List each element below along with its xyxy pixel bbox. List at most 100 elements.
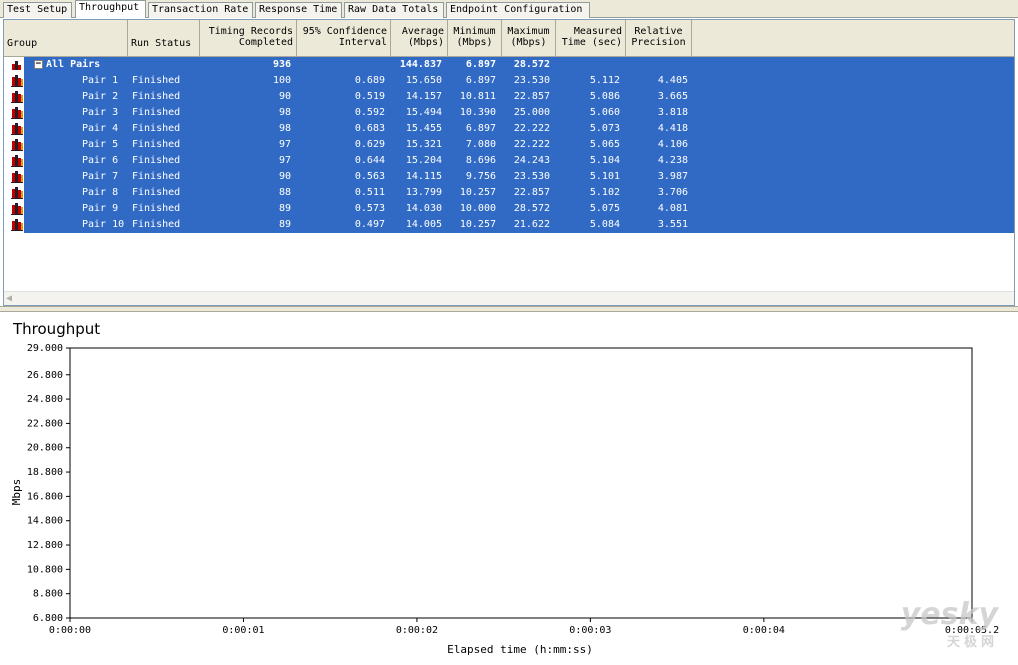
summary-row-all-pairs[interactable]: − All Pairs 936 144.837 6.897 28.572	[4, 57, 1014, 73]
col-header-group[interactable]: Group	[4, 20, 128, 57]
table-row[interactable]: Pair 7 Finished 90 0.563 14.115 9.756 23.530 5.…	[4, 169, 1014, 185]
watermark-logo: yesky 天极网	[901, 600, 998, 657]
cell-run-status: Finished	[132, 219, 181, 230]
chart-x-ticks: 0:00:00 0:00:01 0:00:02 0:00:03 0:00:04 0:00:…	[49, 618, 999, 636]
cell-maximum: 21.622	[513, 219, 550, 230]
col-header-line1: 95% Confidence	[302, 26, 387, 37]
table-row[interactable]: Pair 4 Finished 98 0.683 15.455 6.897 22.222 5.…	[4, 121, 1014, 137]
chart-title: Throughput	[13, 320, 101, 338]
table-row[interactable]: Pair 2 Finished 90 0.519 14.157 10.811 22.857 5…	[4, 89, 1014, 105]
cell-minimum: 10.257	[459, 187, 496, 198]
pair-chart-icon	[11, 203, 23, 215]
cell-maximum: 22.222	[513, 123, 550, 134]
tab-bar: Test Setup Throughput Transaction Rate R…	[0, 0, 1018, 18]
col-header-line2: (Mbps)	[510, 37, 547, 48]
table-row[interactable]: Pair 5 Finished 97 0.629 15.321 7.080 22.222 5.…	[4, 137, 1014, 153]
col-header-minimum[interactable]: Minimum (Mbps)	[448, 20, 502, 57]
col-header-line2: Time (sec)	[561, 37, 622, 48]
cell-records: 98	[278, 123, 291, 134]
col-header-average[interactable]: Average (Mbps)	[391, 20, 448, 57]
cell-relative-precision: 3.665	[657, 91, 688, 102]
col-header-line1: Timing Records	[208, 26, 293, 37]
cell-relative-precision: 3.987	[657, 171, 688, 182]
summary-average: 144.837	[399, 59, 442, 70]
tab-throughput[interactable]: Throughput	[75, 0, 146, 18]
cell-confidence: 0.563	[354, 171, 385, 182]
cell-confidence: 0.689	[354, 75, 385, 86]
table-row[interactable]: Pair 1 Finished 100 0.689 15.650 6.897 23.530 5…	[4, 73, 1014, 89]
col-header-line1: Measured	[573, 26, 622, 37]
throughput-chart: 29.000 26.800 24.800 22.800 20.800 18.800 16.8…	[10, 343, 999, 656]
col-header-filler	[692, 20, 1014, 57]
cell-relative-precision: 4.081	[657, 203, 688, 214]
tab-response-time[interactable]: Response Time	[255, 2, 342, 18]
col-header-line2: Interval	[338, 37, 387, 48]
tab-transaction-rate[interactable]: Transaction Rate	[148, 2, 253, 18]
cell-average: 15.204	[405, 155, 442, 166]
cell-run-status: Finished	[132, 107, 181, 118]
results-grid: Group Run Status Timing Records Completed…	[3, 19, 1015, 306]
table-row[interactable]: Pair 3 Finished 98 0.592 15.494 10.390 25.000 5…	[4, 105, 1014, 121]
col-header-measured-time[interactable]: Measured Time (sec)	[556, 20, 626, 57]
cell-average: 13.799	[405, 187, 442, 198]
pair-chart-icon	[11, 219, 23, 231]
cell-minimum: 10.000	[459, 203, 496, 214]
cell-average: 14.030	[405, 203, 442, 214]
cell-relative-precision: 4.106	[657, 139, 688, 150]
collapse-icon[interactable]: −	[34, 60, 43, 69]
horizontal-scrollbar[interactable]: ◀	[4, 291, 1014, 305]
cell-records: 89	[278, 203, 291, 214]
x-tick-label: 0:00:02	[396, 625, 438, 636]
cell-maximum: 25.000	[513, 107, 550, 118]
tab-endpoint-configuration[interactable]: Endpoint Configuration	[446, 2, 590, 18]
group-chart-icon	[12, 61, 21, 70]
cell-measured-time: 5.075	[589, 203, 620, 214]
col-header-line1: Average	[401, 26, 444, 37]
tab-test-setup[interactable]: Test Setup	[3, 2, 72, 18]
y-tick-label: 8.800	[33, 589, 63, 600]
pair-chart-icon	[11, 171, 23, 183]
cell-average: 14.115	[405, 171, 442, 182]
cell-records: 98	[278, 107, 291, 118]
table-row[interactable]: Pair 8 Finished 88 0.511 13.799 10.257 22.857 5…	[4, 185, 1014, 201]
col-header-relative-precision[interactable]: Relative Precision	[626, 20, 692, 57]
pair-chart-icon	[11, 187, 23, 199]
cell-minimum: 10.257	[459, 219, 496, 230]
table-row[interactable]: Pair 9 Finished 89 0.573 14.030 10.000 28.572 5…	[4, 201, 1014, 217]
col-header-maximum[interactable]: Maximum (Mbps)	[502, 20, 556, 57]
cell-relative-precision: 4.405	[657, 75, 688, 86]
cell-records: 88	[278, 187, 291, 198]
scroll-left-icon[interactable]: ◀	[6, 293, 18, 305]
col-header-confidence[interactable]: 95% Confidence Interval	[297, 20, 391, 57]
cell-measured-time: 5.065	[589, 139, 620, 150]
chart-y-ticks: 29.000 26.800 24.800 22.800 20.800 18.800 16.8…	[27, 343, 70, 624]
chart-axes	[69, 347, 973, 619]
summary-minimum: 6.897	[465, 59, 496, 70]
cell-relative-precision: 3.551	[657, 219, 688, 230]
col-header-timing-records[interactable]: Timing Records Completed	[200, 20, 297, 57]
cell-average: 15.321	[405, 139, 442, 150]
cell-relative-precision: 4.418	[657, 123, 688, 134]
cell-measured-time: 5.060	[589, 107, 620, 118]
y-tick-label: 20.800	[27, 443, 63, 454]
cell-relative-precision: 3.818	[657, 107, 688, 118]
cell-records: 100	[272, 75, 291, 86]
cell-run-status: Finished	[132, 91, 181, 102]
cell-confidence: 0.592	[354, 107, 385, 118]
throughput-chart-panel: 29.000 26.800 24.800 22.800 20.800 18.800 16.8…	[0, 312, 1018, 665]
y-tick-label: 22.800	[27, 418, 63, 429]
cell-run-status: Finished	[132, 139, 181, 150]
y-tick-label: 18.800	[27, 467, 63, 478]
table-row[interactable]: Pair 10 Finished 89 0.497 14.005 10.257 21.622…	[4, 217, 1014, 233]
pair-chart-icon	[11, 107, 23, 119]
y-tick-label: 6.800	[33, 613, 63, 624]
pair-chart-icon	[11, 75, 23, 87]
tab-raw-data-totals[interactable]: Raw Data Totals	[344, 2, 444, 18]
col-header-run-status[interactable]: Run Status	[128, 20, 200, 57]
col-header-line2: Precision	[631, 37, 686, 48]
y-tick-label: 29.000	[27, 343, 63, 354]
cell-run-status: Finished	[132, 155, 181, 166]
cell-records: 97	[278, 155, 291, 166]
x-tick-label: 0:00:01	[222, 625, 264, 636]
table-row[interactable]: Pair 6 Finished 97 0.644 15.204 8.696 24.243 5.…	[4, 153, 1014, 169]
